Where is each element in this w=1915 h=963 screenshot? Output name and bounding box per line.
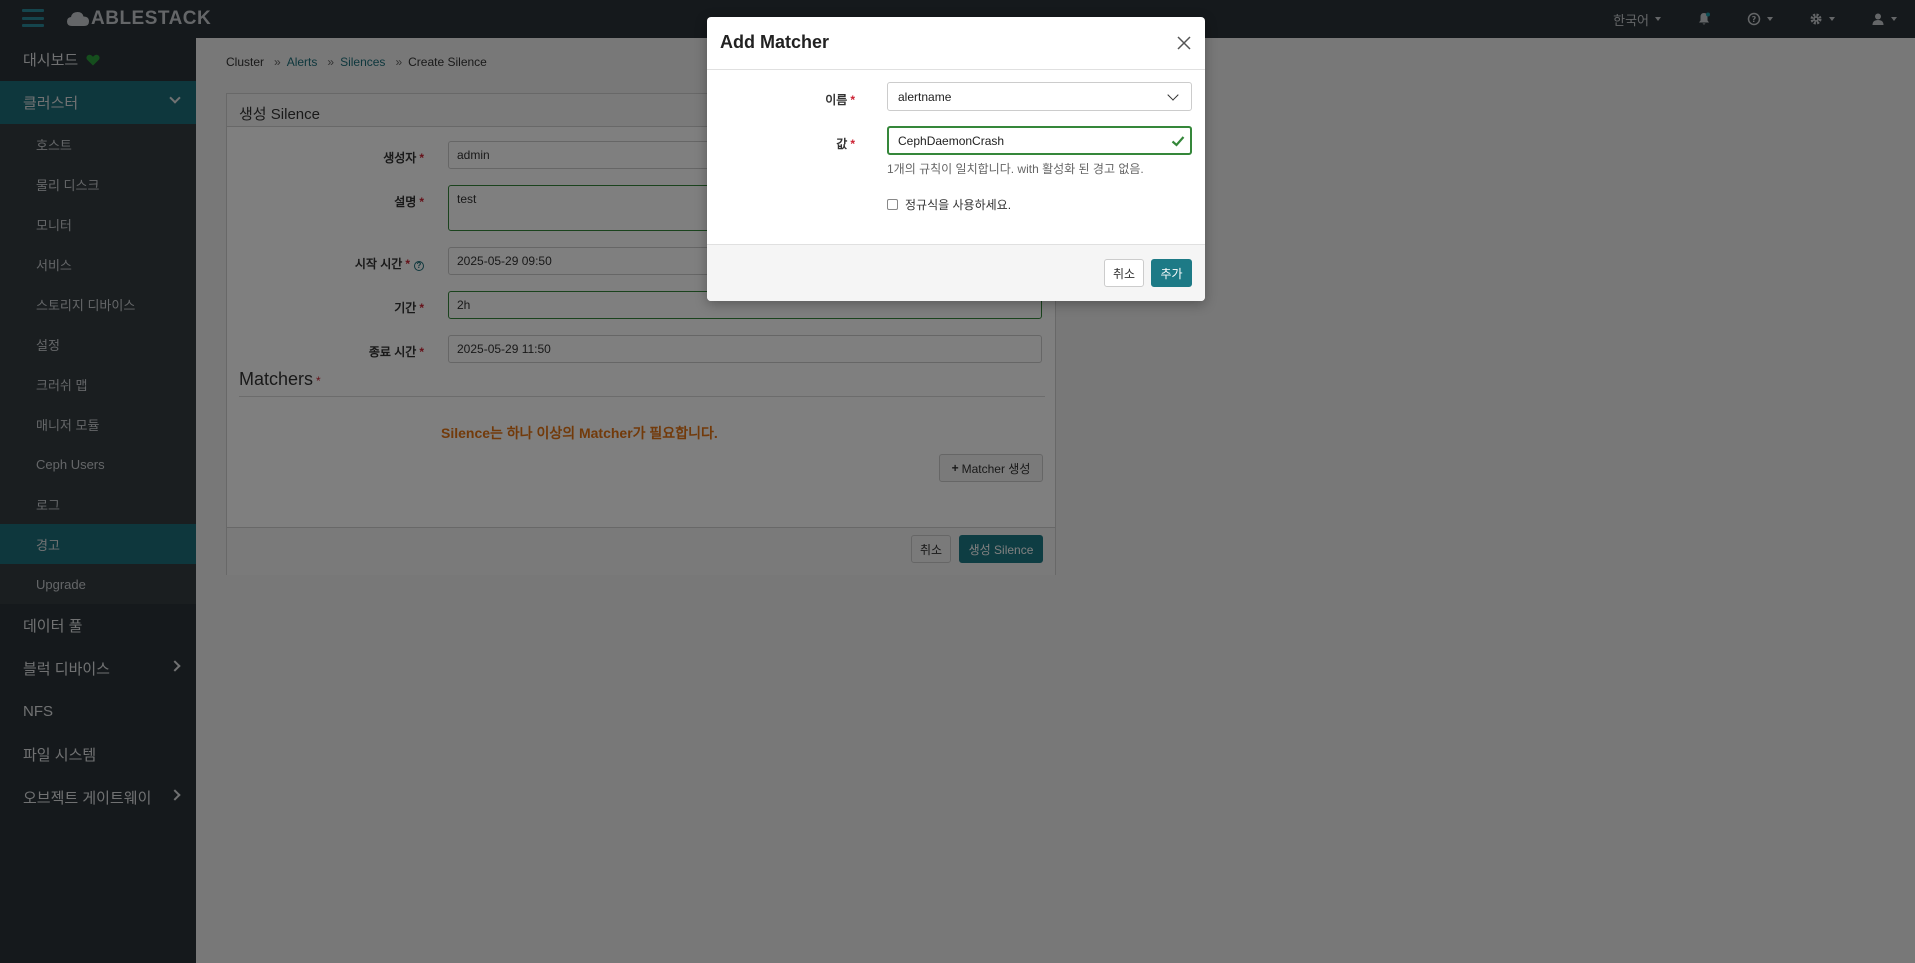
- modal-add-button[interactable]: 추가: [1151, 259, 1192, 287]
- modal-title: Add Matcher: [720, 32, 830, 52]
- regex-checkbox-row[interactable]: 정규식을 사용하세요.: [887, 196, 1011, 213]
- close-icon[interactable]: [1176, 35, 1192, 51]
- regex-checkbox-label: 정규식을 사용하세요.: [905, 198, 1012, 212]
- matcher-name-label: 이름 *: [825, 93, 855, 107]
- check-icon: [1171, 136, 1185, 147]
- matcher-hint: 1개의 규칙이 일치합니다. with 활성화 된 경고 없음.: [887, 162, 1144, 176]
- modal-cancel-button[interactable]: 취소: [1104, 259, 1144, 287]
- add-matcher-modal: Add Matcher 이름 * alertname 값 * CephDaemonC…: [707, 17, 1205, 301]
- matcher-value-input[interactable]: CephDaemonCrash: [887, 126, 1192, 155]
- modal-footer: 취소 추가: [707, 244, 1205, 301]
- chevron-down-icon: [1167, 89, 1179, 101]
- regex-checkbox[interactable]: [887, 199, 898, 210]
- modal-body: 이름 * alertname 값 * CephDaemonCrash 1개의 규칙이…: [707, 70, 1205, 244]
- modal-header: Add Matcher: [707, 17, 1205, 70]
- matcher-value-label: 값 *: [836, 137, 855, 151]
- matcher-name-select[interactable]: alertname: [887, 82, 1192, 111]
